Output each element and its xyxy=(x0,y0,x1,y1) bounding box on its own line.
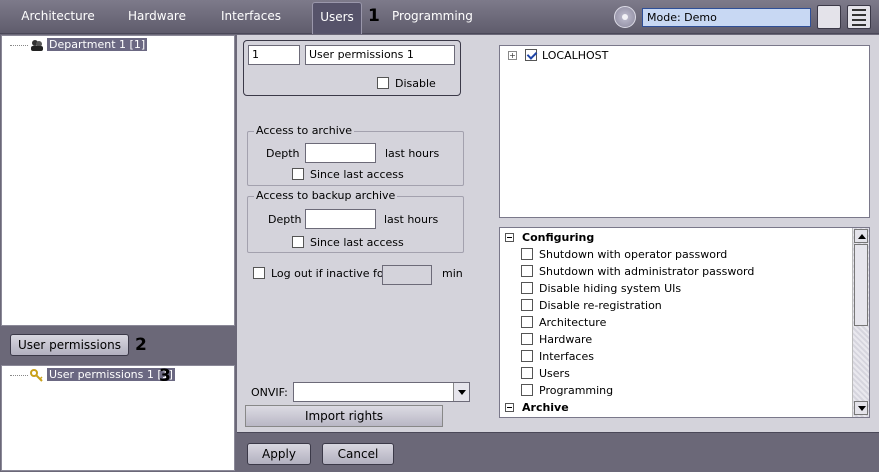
disable-checkbox[interactable] xyxy=(377,77,389,89)
mode-gear-icon[interactable] xyxy=(614,6,636,28)
left-button-strip: User permissions 2 xyxy=(1,327,235,364)
tab-hardware[interactable]: Hardware xyxy=(122,2,192,34)
section-configuring: Configuring xyxy=(522,231,595,244)
onvif-select[interactable] xyxy=(293,382,470,402)
tab-architecture[interactable]: Architecture xyxy=(16,2,100,34)
logout-checkbox[interactable] xyxy=(253,267,265,279)
callout-3: 3 xyxy=(159,366,171,386)
department-icon xyxy=(31,39,43,51)
backup-unit-label: last hours xyxy=(384,213,439,226)
tree-connector xyxy=(10,44,28,46)
top-navigation-bar: Architecture Hardware Interfaces Users 1… xyxy=(0,0,879,34)
identity-box: 1 User permissions 1 Disable xyxy=(243,40,461,96)
perm-checkbox[interactable] xyxy=(521,282,533,294)
perm-label: Users xyxy=(539,367,570,380)
backup-depth-label: Depth xyxy=(268,213,302,226)
user-permissions-button[interactable]: User permissions xyxy=(10,334,129,356)
permission-list[interactable]: Configuring Shutdown with operator passw… xyxy=(499,227,870,418)
localhost-label: LOCALHOST xyxy=(542,49,609,62)
callout-2: 2 xyxy=(135,335,147,355)
perm-label: Interfaces xyxy=(539,350,594,363)
layout-grid-icon[interactable] xyxy=(817,5,841,29)
localhost-checkbox[interactable] xyxy=(525,49,537,61)
department-tree[interactable]: Department 1 [1] xyxy=(1,35,235,326)
logout-minutes-field[interactable] xyxy=(382,265,432,285)
archive-depth-label: Depth xyxy=(266,147,300,160)
logout-unit-label: min xyxy=(442,267,463,280)
perm-checkbox[interactable] xyxy=(521,350,533,362)
name-field[interactable]: User permissions 1 xyxy=(305,45,455,65)
permission-scrollbar[interactable] xyxy=(852,228,869,417)
perm-label: Disable hiding system UIs xyxy=(539,282,682,295)
callout-1: 1 xyxy=(368,6,380,26)
server-tree[interactable]: + LOCALHOST xyxy=(499,45,870,218)
expand-icon[interactable]: + xyxy=(508,51,517,60)
id-field[interactable]: 1 xyxy=(248,45,300,65)
backup-group-title: Access to backup archive xyxy=(254,189,398,203)
menu-icon[interactable] xyxy=(847,5,871,29)
department-node-label: Department 1 [1] xyxy=(47,38,148,51)
archive-depth-field[interactable] xyxy=(305,143,376,163)
perm-label: Disable re-registration xyxy=(539,299,662,312)
perm-label: Architecture xyxy=(539,316,607,329)
archive-access-group: Access to archive Depth last hours Since… xyxy=(247,124,464,186)
cancel-button[interactable]: Cancel xyxy=(322,443,394,465)
perm-label: Shutdown with operator password xyxy=(539,248,728,261)
permissions-tree[interactable]: User permissions 1 [1] 3 xyxy=(1,365,235,471)
archive-since-label: Since last access xyxy=(310,168,404,181)
perm-checkbox[interactable] xyxy=(521,367,533,379)
perm-checkbox[interactable] xyxy=(521,316,533,328)
mode-field[interactable]: Mode: Demo xyxy=(642,8,811,27)
footer-bar: Apply Cancel xyxy=(237,432,879,472)
perm-label: Shutdown with administrator password xyxy=(539,265,755,278)
perm-checkbox[interactable] xyxy=(521,265,533,277)
perm-checkbox[interactable] xyxy=(521,248,533,260)
section-archive: Archive xyxy=(522,401,569,414)
onvif-label: ONVIF: xyxy=(251,386,288,399)
key-icon xyxy=(30,368,43,382)
collapse-configuring-icon[interactable] xyxy=(505,233,514,242)
scroll-thumb[interactable] xyxy=(854,244,868,326)
scroll-up-icon[interactable] xyxy=(854,229,868,243)
perm-checkbox[interactable] xyxy=(521,299,533,311)
tab-users[interactable]: Users xyxy=(312,2,362,34)
archive-group-title: Access to archive xyxy=(254,124,355,138)
permission-node-label: User permissions 1 [1] xyxy=(47,368,175,381)
tab-interfaces[interactable]: Interfaces xyxy=(216,2,286,34)
archive-since-checkbox[interactable] xyxy=(292,168,304,180)
apply-button[interactable]: Apply xyxy=(247,443,311,465)
perm-checkbox[interactable] xyxy=(521,384,533,396)
backup-since-label: Since last access xyxy=(310,236,404,249)
perm-label: Hardware xyxy=(539,333,593,346)
backup-depth-field[interactable] xyxy=(305,209,376,229)
perm-checkbox[interactable] xyxy=(521,333,533,345)
tree-node-permission[interactable]: User permissions 1 [1] xyxy=(10,368,175,382)
tab-programming[interactable]: Programming xyxy=(392,2,473,34)
archive-unit-label: last hours xyxy=(385,147,440,160)
collapse-archive-icon[interactable] xyxy=(505,403,514,412)
chevron-down-icon[interactable] xyxy=(453,383,469,401)
scroll-down-icon[interactable] xyxy=(854,401,868,415)
backup-since-checkbox[interactable] xyxy=(292,236,304,248)
tree-connector xyxy=(10,374,28,376)
backup-access-group: Access to backup archive Depth last hour… xyxy=(247,189,464,253)
import-rights-button[interactable]: Import rights xyxy=(245,405,443,427)
disable-label: Disable xyxy=(395,77,436,90)
tree-node-department[interactable]: Department 1 [1] xyxy=(10,38,148,52)
perm-label: Programming xyxy=(539,384,614,397)
logout-label: Log out if inactive for xyxy=(271,267,389,280)
